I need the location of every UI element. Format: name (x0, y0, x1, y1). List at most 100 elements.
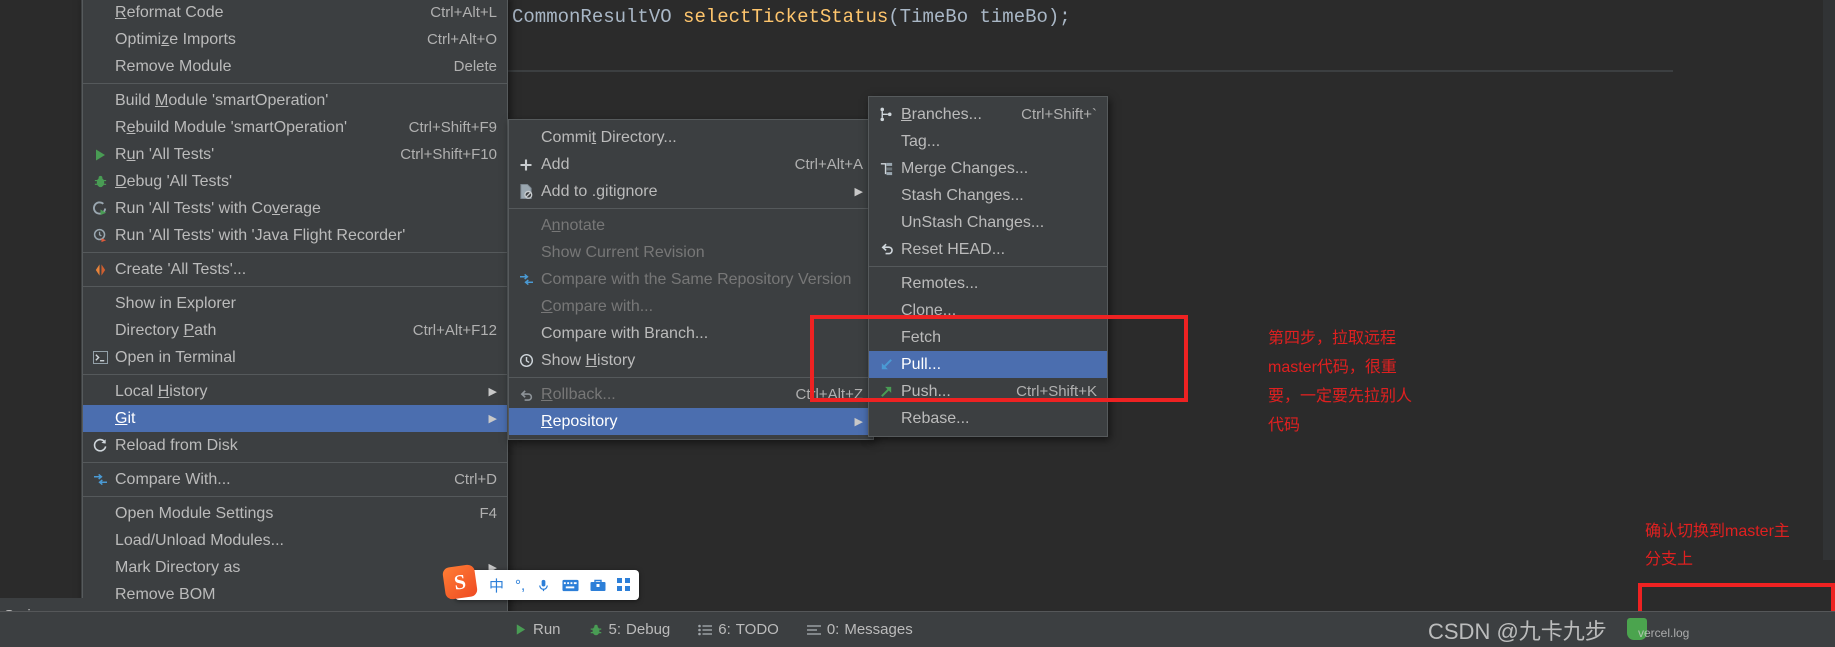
menu-item-label: Clone... (901, 301, 957, 319)
toolwindow-button-run[interactable]: Run (500, 621, 575, 638)
menu-item-fetch[interactable]: Fetch (869, 324, 1107, 351)
toolwindow-button-debug[interactable]: 5: Debug (575, 621, 685, 638)
menu-item-icon-placeholder (89, 294, 111, 314)
menu-item-label: Reset HEAD... (901, 240, 1006, 258)
code-return-type: CommonResultVO (512, 6, 672, 28)
menu-item-rebase[interactable]: Rebase... (869, 405, 1107, 432)
menu-item-icon-placeholder (515, 412, 537, 432)
apps-icon[interactable] (617, 578, 631, 592)
chevron-right-icon: ▶ (488, 413, 497, 425)
menu-item-create-all-tests[interactable]: Create 'All Tests'... (83, 256, 507, 283)
menu-item-open-in-terminal[interactable]: Open in Terminal (83, 344, 507, 371)
create-config-icon (89, 260, 111, 280)
menu-item-label: Git (115, 409, 136, 427)
menu-item-git[interactable]: Git ▶ (83, 405, 507, 432)
menu-item-branches[interactable]: Branches... Ctrl+Shift+` (869, 101, 1107, 128)
menu-separator (83, 286, 507, 287)
menu-item-directory-path[interactable]: Directory Path Ctrl+Alt+F12 (83, 317, 507, 344)
menu-item-show-history[interactable]: Show History (509, 347, 873, 374)
menu-item-icon-placeholder (875, 328, 897, 348)
keyboard-icon[interactable] (562, 579, 579, 592)
menu-item-debug-all-tests[interactable]: Debug 'All Tests' (83, 168, 507, 195)
menu-item-icon-placeholder (515, 297, 537, 317)
run-icon (89, 145, 111, 165)
menu-item-load-unload-modules[interactable]: Load/Unload Modules... (83, 527, 507, 554)
menu-item-icon-placeholder (875, 132, 897, 152)
menu-item-shortcut: Ctrl+Alt+A (794, 156, 863, 173)
editor-scrollbar[interactable] (1823, 0, 1835, 560)
menu-item-label: Show Current Revision (541, 243, 705, 261)
menu-item-unstash-changes[interactable]: UnStash Changes... (869, 209, 1107, 236)
menu-item-repository[interactable]: Repository ▶ (509, 408, 873, 435)
menu-item-push[interactable]: Push... Ctrl+Shift+K (869, 378, 1107, 405)
menu-separator (509, 377, 873, 378)
menu-item-label: Remove BOM (115, 585, 216, 603)
menu-item-clone[interactable]: Clone... (869, 297, 1107, 324)
menu-item-local-history[interactable]: Local History ▶ (83, 378, 507, 405)
menu-item-open-module-settings[interactable]: Open Module Settings F4 (83, 500, 507, 527)
menu-item-remotes[interactable]: Remotes... (869, 270, 1107, 297)
menu-item-compare-with: Compare with... (509, 293, 873, 320)
menu-item-run-all-tests[interactable]: Run 'All Tests' Ctrl+Shift+F10 (83, 141, 507, 168)
ime-punctuation-toggle[interactable]: °, (515, 577, 525, 594)
sogou-logo-icon[interactable]: S (441, 563, 479, 601)
mic-icon[interactable] (536, 578, 551, 593)
menu-item-label: Build Module 'smartOperation' (115, 91, 329, 109)
menu-item-label: Create 'All Tests'... (115, 260, 247, 278)
menu-item-icon-placeholder (89, 57, 111, 77)
menu-item-add[interactable]: Add Ctrl+Alt+A (509, 151, 873, 178)
menu-separator (83, 252, 507, 253)
menu-item-reset-head[interactable]: Reset HEAD... (869, 236, 1107, 263)
chevron-right-icon: ▶ (488, 386, 497, 398)
menu-item-stash-changes[interactable]: Stash Changes... (869, 182, 1107, 209)
menu-separator (83, 496, 507, 497)
toolbox-icon[interactable] (590, 578, 606, 592)
menu-item-label: Pull... (901, 355, 942, 373)
menu-item-add-to-gitignore[interactable]: Add to .gitignore ▶ (509, 178, 873, 205)
menu-item-label: Optimize Imports (115, 30, 236, 48)
menu-item-icon-placeholder (89, 531, 111, 551)
menu-item-label: Add to .gitignore (541, 182, 658, 200)
menu-item-reformat-code[interactable]: Reformat Code Ctrl+Alt+L (83, 0, 507, 26)
toolwindow-button-messages[interactable]: 0: Messages (793, 621, 927, 638)
menu-item-label: UnStash Changes... (901, 213, 1045, 231)
push-icon (875, 382, 897, 402)
menu-item-rebuild-module-smartoperation[interactable]: Rebuild Module 'smartOperation' Ctrl+Shif… (83, 114, 507, 141)
code-method-name: selectTicketStatus (683, 6, 889, 28)
menu-item-label: Load/Unload Modules... (115, 531, 284, 549)
menu-item-icon-placeholder (875, 409, 897, 429)
menu-item-run-all-tests-with-coverage[interactable]: Run 'All Tests' with Coverage (83, 195, 507, 222)
git-submenu[interactable]: Commit Directory... Add Ctrl+Alt+A Add to .… (508, 119, 874, 440)
menu-item-merge-changes[interactable]: Merge Changes... (869, 155, 1107, 182)
menu-item-commit-directory[interactable]: Commit Directory... (509, 124, 873, 151)
menu-item-shortcut: Ctrl+Shift+` (1021, 106, 1097, 123)
menu-item-reload-from-disk[interactable]: Reload from Disk (83, 432, 507, 459)
branches-icon (875, 105, 897, 125)
menu-item-compare-with-branch[interactable]: Compare with Branch... (509, 320, 873, 347)
menu-item-show-current-revision: Show Current Revision (509, 239, 873, 266)
menu-item-icon-placeholder (515, 324, 537, 344)
menu-item-remove-module[interactable]: Remove Module Delete (83, 53, 507, 80)
toolwindow-button-todo[interactable]: 6: TODO (684, 621, 793, 638)
sogou-ime-bar[interactable]: 中 °, (455, 570, 640, 600)
menu-item-optimize-imports[interactable]: Optimize Imports Ctrl+Alt+O (83, 26, 507, 53)
ime-lang-toggle[interactable]: 中 (489, 575, 504, 596)
branch-annotation-text: 确认切换到master主 分支上 (1645, 523, 1790, 568)
coverage-icon (89, 199, 111, 219)
menu-item-build-module-smartoperation[interactable]: Build Module 'smartOperation' (83, 87, 507, 114)
menu-item-tag[interactable]: Tag... (869, 128, 1107, 155)
menu-item-run-all-tests-with-java-flight-recorder[interactable]: Run 'All Tests' with 'Java Flight Record… (83, 222, 507, 249)
menu-item-pull[interactable]: Pull... (869, 351, 1107, 378)
menu-item-show-in-explorer[interactable]: Show in Explorer (83, 290, 507, 317)
toolwindow-button-prefix: 6: (718, 621, 731, 638)
menu-item-label: Remove Module (115, 57, 232, 75)
compare-icon (515, 270, 537, 290)
menu-item-label: Rebase... (901, 409, 970, 427)
toolwindow-button-label: TODO (735, 621, 779, 638)
menu-item-label: Open in Terminal (115, 348, 236, 366)
menu-item-label: Rebuild Module 'smartOperation' (115, 118, 348, 136)
repository-submenu[interactable]: Branches... Ctrl+Shift+` Tag... Merge Chang… (868, 96, 1108, 437)
menu-item-icon-placeholder (89, 91, 111, 111)
menu-item-compare-with[interactable]: Compare With... Ctrl+D (83, 466, 507, 493)
project-context-menu[interactable]: Reformat Code Ctrl+Alt+L Optimize Imports C… (82, 0, 508, 647)
